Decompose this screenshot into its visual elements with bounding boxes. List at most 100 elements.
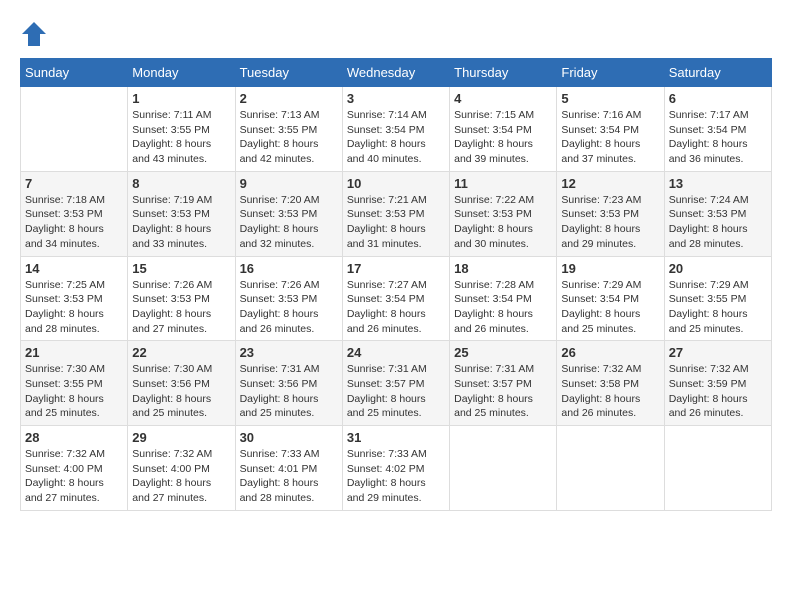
day-number: 28: [25, 430, 123, 445]
day-number: 30: [240, 430, 338, 445]
calendar-cell: [450, 426, 557, 511]
calendar-cell: 27 Sunrise: 7:32 AMSunset: 3:59 PMDayligh…: [664, 341, 771, 426]
day-info: Sunrise: 7:30 AMSunset: 3:55 PMDaylight:…: [25, 362, 123, 421]
calendar-cell: 25 Sunrise: 7:31 AMSunset: 3:57 PMDayligh…: [450, 341, 557, 426]
calendar-cell: 18 Sunrise: 7:28 AMSunset: 3:54 PMDayligh…: [450, 256, 557, 341]
calendar-cell: 23 Sunrise: 7:31 AMSunset: 3:56 PMDayligh…: [235, 341, 342, 426]
day-info: Sunrise: 7:31 AMSunset: 3:56 PMDaylight:…: [240, 362, 338, 421]
calendar-cell: 1 Sunrise: 7:11 AMSunset: 3:55 PMDaylight…: [128, 87, 235, 172]
calendar-cell: 6 Sunrise: 7:17 AMSunset: 3:54 PMDaylight…: [664, 87, 771, 172]
calendar-cell: 2 Sunrise: 7:13 AMSunset: 3:55 PMDaylight…: [235, 87, 342, 172]
calendar-week-row: 21 Sunrise: 7:30 AMSunset: 3:55 PMDayligh…: [21, 341, 772, 426]
calendar-cell: 3 Sunrise: 7:14 AMSunset: 3:54 PMDaylight…: [342, 87, 449, 172]
day-number: 7: [25, 176, 123, 191]
day-number: 31: [347, 430, 445, 445]
day-info: Sunrise: 7:26 AMSunset: 3:53 PMDaylight:…: [240, 278, 338, 337]
calendar-cell: 8 Sunrise: 7:19 AMSunset: 3:53 PMDaylight…: [128, 171, 235, 256]
day-info: Sunrise: 7:25 AMSunset: 3:53 PMDaylight:…: [25, 278, 123, 337]
calendar-week-row: 28 Sunrise: 7:32 AMSunset: 4:00 PMDayligh…: [21, 426, 772, 511]
day-info: Sunrise: 7:33 AMSunset: 4:01 PMDaylight:…: [240, 447, 338, 506]
day-info: Sunrise: 7:23 AMSunset: 3:53 PMDaylight:…: [561, 193, 659, 252]
day-of-week-header: Wednesday: [342, 59, 449, 87]
calendar-cell: 7 Sunrise: 7:18 AMSunset: 3:53 PMDaylight…: [21, 171, 128, 256]
calendar-cell: 29Sunrise: 7:32 AMSunset: 4:00 PMDayligh…: [128, 426, 235, 511]
day-info: Sunrise: 7:28 AMSunset: 3:54 PMDaylight:…: [454, 278, 552, 337]
calendar-cell: [664, 426, 771, 511]
day-number: 17: [347, 261, 445, 276]
calendar-cell: 22 Sunrise: 7:30 AMSunset: 3:56 PMDayligh…: [128, 341, 235, 426]
calendar-cell: 11 Sunrise: 7:22 AMSunset: 3:53 PMDayligh…: [450, 171, 557, 256]
logo-icon: [20, 20, 48, 48]
calendar-cell: 13 Sunrise: 7:24 AMSunset: 3:53 PMDayligh…: [664, 171, 771, 256]
day-info: Sunrise: 7:24 AMSunset: 3:53 PMDaylight:…: [669, 193, 767, 252]
day-number: 3: [347, 91, 445, 106]
calendar-cell: 28Sunrise: 7:32 AMSunset: 4:00 PMDayligh…: [21, 426, 128, 511]
day-number: 6: [669, 91, 767, 106]
day-info: Sunrise: 7:30 AMSunset: 3:56 PMDaylight:…: [132, 362, 230, 421]
page-header: [20, 20, 772, 48]
day-number: 18: [454, 261, 552, 276]
calendar-cell: 4Sunrise: 7:15 AMSunset: 3:54 PMDaylight…: [450, 87, 557, 172]
calendar-cell: 31 Sunrise: 7:33 AMSunset: 4:02 PMDayligh…: [342, 426, 449, 511]
calendar-cell: [21, 87, 128, 172]
day-number: 4: [454, 91, 552, 106]
logo: [20, 20, 52, 48]
day-of-week-header: Tuesday: [235, 59, 342, 87]
day-number: 2: [240, 91, 338, 106]
calendar-cell: 20 Sunrise: 7:29 AMSunset: 3:55 PMDayligh…: [664, 256, 771, 341]
day-number: 9: [240, 176, 338, 191]
day-info: Sunrise: 7:21 AMSunset: 3:53 PMDaylight:…: [347, 193, 445, 252]
day-info: Sunrise: 7:31 AMSunset: 3:57 PMDaylight:…: [347, 362, 445, 421]
day-info: Sunrise: 7:22 AMSunset: 3:53 PMDaylight:…: [454, 193, 552, 252]
calendar-week-row: 7 Sunrise: 7:18 AMSunset: 3:53 PMDaylight…: [21, 171, 772, 256]
day-info: Sunrise: 7:32 AMSunset: 3:58 PMDaylight:…: [561, 362, 659, 421]
calendar-cell: 26 Sunrise: 7:32 AMSunset: 3:58 PMDayligh…: [557, 341, 664, 426]
day-of-week-header: Friday: [557, 59, 664, 87]
day-number: 16: [240, 261, 338, 276]
day-info: Sunrise: 7:17 AMSunset: 3:54 PMDaylight:…: [669, 108, 767, 167]
day-number: 22: [132, 345, 230, 360]
day-info: Sunrise: 7:11 AMSunset: 3:55 PMDaylight:…: [132, 108, 230, 167]
day-number: 12: [561, 176, 659, 191]
calendar-cell: 30 Sunrise: 7:33 AMSunset: 4:01 PMDayligh…: [235, 426, 342, 511]
day-number: 5: [561, 91, 659, 106]
day-number: 27: [669, 345, 767, 360]
day-info: Sunrise: 7:19 AMSunset: 3:53 PMDaylight:…: [132, 193, 230, 252]
day-info: Sunrise: 7:16 AMSunset: 3:54 PMDaylight:…: [561, 108, 659, 167]
day-number: 11: [454, 176, 552, 191]
day-info: Sunrise: 7:31 AMSunset: 3:57 PMDaylight:…: [454, 362, 552, 421]
day-number: 23: [240, 345, 338, 360]
day-number: 21: [25, 345, 123, 360]
calendar-week-row: 14 Sunrise: 7:25 AMSunset: 3:53 PMDayligh…: [21, 256, 772, 341]
day-info: Sunrise: 7:29 AMSunset: 3:54 PMDaylight:…: [561, 278, 659, 337]
day-info: Sunrise: 7:20 AMSunset: 3:53 PMDaylight:…: [240, 193, 338, 252]
day-info: Sunrise: 7:32 AMSunset: 3:59 PMDaylight:…: [669, 362, 767, 421]
day-info: Sunrise: 7:33 AMSunset: 4:02 PMDaylight:…: [347, 447, 445, 506]
day-of-week-header: Saturday: [664, 59, 771, 87]
day-info: Sunrise: 7:13 AMSunset: 3:55 PMDaylight:…: [240, 108, 338, 167]
calendar-cell: 12 Sunrise: 7:23 AMSunset: 3:53 PMDayligh…: [557, 171, 664, 256]
day-of-week-header: Thursday: [450, 59, 557, 87]
day-info: Sunrise: 7:29 AMSunset: 3:55 PMDaylight:…: [669, 278, 767, 337]
day-info: Sunrise: 7:32 AMSunset: 4:00 PMDaylight:…: [132, 447, 230, 506]
day-number: 15: [132, 261, 230, 276]
calendar-cell: 14 Sunrise: 7:25 AMSunset: 3:53 PMDayligh…: [21, 256, 128, 341]
calendar-cell: 16 Sunrise: 7:26 AMSunset: 3:53 PMDayligh…: [235, 256, 342, 341]
day-number: 20: [669, 261, 767, 276]
day-number: 24: [347, 345, 445, 360]
calendar-header-row: SundayMondayTuesdayWednesdayThursdayFrid…: [21, 59, 772, 87]
day-number: 10: [347, 176, 445, 191]
day-number: 8: [132, 176, 230, 191]
calendar-cell: 9 Sunrise: 7:20 AMSunset: 3:53 PMDaylight…: [235, 171, 342, 256]
day-number: 25: [454, 345, 552, 360]
calendar-cell: 17Sunrise: 7:27 AMSunset: 3:54 PMDayligh…: [342, 256, 449, 341]
day-number: 1: [132, 91, 230, 106]
calendar-cell: 10 Sunrise: 7:21 AMSunset: 3:53 PMDayligh…: [342, 171, 449, 256]
calendar-cell: 21 Sunrise: 7:30 AMSunset: 3:55 PMDayligh…: [21, 341, 128, 426]
calendar-table: SundayMondayTuesdayWednesdayThursdayFrid…: [20, 58, 772, 511]
day-info: Sunrise: 7:18 AMSunset: 3:53 PMDaylight:…: [25, 193, 123, 252]
day-number: 13: [669, 176, 767, 191]
day-number: 14: [25, 261, 123, 276]
day-number: 26: [561, 345, 659, 360]
day-info: Sunrise: 7:14 AMSunset: 3:54 PMDaylight:…: [347, 108, 445, 167]
